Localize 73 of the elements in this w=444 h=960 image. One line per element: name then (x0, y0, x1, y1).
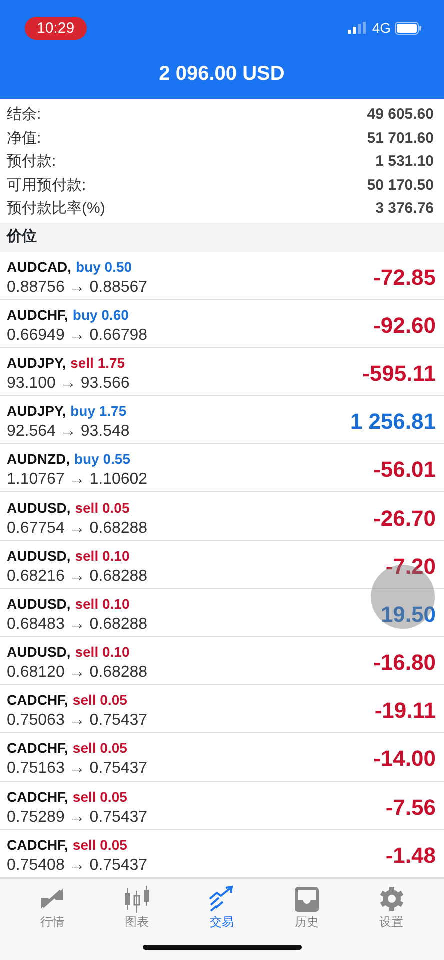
price-text: 0.75063 → 0.75437 (7, 711, 148, 732)
price-text: 0.68483 → 0.68288 (7, 614, 148, 635)
price-text: 92.564 → 93.548 (7, 422, 130, 442)
signal-icon (348, 22, 368, 34)
battery-icon (395, 22, 422, 34)
status-time: 10:29 (25, 16, 87, 40)
profit-value: -92.60 (374, 312, 436, 340)
symbol-label: AUDUSD, (7, 548, 71, 564)
tab-button[interactable]: 设置 (362, 884, 422, 933)
summary-label: 预付款: (7, 152, 56, 172)
summary-value: 1 531.10 (376, 152, 434, 172)
price-text: 93.100 → 93.566 (7, 374, 130, 394)
profit-value: -16.80 (374, 649, 436, 678)
order-side-label: sell 0.05 (72, 788, 128, 805)
symbol-label: AUDNZD, (7, 451, 70, 468)
tab-button[interactable]: 交易 (192, 884, 252, 933)
profit-value: 1 256.81 (350, 408, 436, 436)
summary-label: 可用预付款: (7, 176, 86, 196)
profit-value: -14.00 (374, 745, 436, 774)
order-side-label: sell 0.05 (72, 836, 128, 853)
tab-button[interactable]: 图表 (107, 884, 168, 933)
price-text: 1.10767 → 1.10602 (7, 470, 148, 490)
order-side-label: buy 0.50 (76, 258, 132, 275)
symbol-label: AUDCAD, (7, 258, 72, 275)
symbol-label: AUDUSD, (7, 500, 71, 516)
price-text: 0.75289 → 0.75437 (7, 808, 148, 828)
section-title: 价位 (7, 228, 37, 244)
price-text: 0.67754 → 0.68288 (7, 518, 148, 539)
order-side-label: sell 0.05 (72, 740, 128, 756)
order-side-label: buy 1.75 (70, 403, 127, 420)
symbol-label: CADCHF, (7, 836, 68, 853)
tab-button[interactable]: 历史 (276, 884, 337, 933)
price-text: 0.75163 → 0.75437 (7, 759, 148, 780)
profit-value: -56.01 (374, 456, 436, 484)
profit-value: -7.56 (386, 794, 436, 822)
symbol-label: AUDJPY, (7, 354, 66, 371)
order-side-label: sell 0.10 (75, 596, 130, 612)
tab-button[interactable]: 行情 (22, 884, 82, 933)
profit-value: 19.50 (380, 600, 436, 629)
symbol-label: CADCHF, (7, 788, 68, 805)
price-text: 0.75408 → 0.75437 (7, 856, 148, 876)
profit-value: -1.48 (386, 842, 436, 870)
price-text: 0.68120 → 0.68288 (7, 663, 148, 684)
profit-value: -595.11 (362, 360, 436, 388)
network-label: 4G (372, 18, 391, 38)
summary-label: 预付款比率(%) (7, 199, 106, 219)
symbol-label: AUDUSD, (7, 596, 71, 612)
order-side-label: buy 0.60 (72, 306, 129, 323)
symbol-label: CADCHF, (7, 740, 68, 756)
summary-value: 51 701.60 (367, 128, 434, 148)
profit-value: -19.11 (374, 697, 436, 726)
balance-title: 2 096.00 USD (158, 62, 286, 87)
summary-value: 3 376.76 (376, 199, 434, 219)
symbol-label: AUDCHF, (7, 306, 68, 323)
profit-value: -26.70 (374, 504, 436, 533)
profit-value: -72.85 (374, 264, 436, 292)
price-text: 0.88756 → 0.88567 (7, 278, 148, 298)
summary-value: 49 605.60 (367, 105, 434, 125)
summary-value: 50 170.50 (367, 176, 434, 196)
order-side-label: sell 0.10 (75, 548, 130, 564)
summary-label: 结余: (7, 105, 42, 125)
symbol-label: CADCHF, (7, 692, 68, 708)
order-side-label: buy 0.55 (74, 451, 130, 468)
profit-value: -7.20 (386, 552, 436, 581)
symbol-label: AUDJPY, (7, 403, 66, 420)
price-text: 0.66949 → 0.66798 (7, 326, 148, 346)
summary-label: 净值: (7, 128, 42, 148)
order-side-label: sell 0.10 (75, 644, 130, 660)
symbol-label: AUDUSD, (7, 644, 71, 660)
order-side-label: sell 0.05 (72, 692, 128, 708)
order-side-label: sell 0.05 (75, 500, 130, 516)
order-side-label: sell 1.75 (70, 354, 126, 371)
price-text: 0.68216 → 0.68288 (7, 566, 148, 587)
